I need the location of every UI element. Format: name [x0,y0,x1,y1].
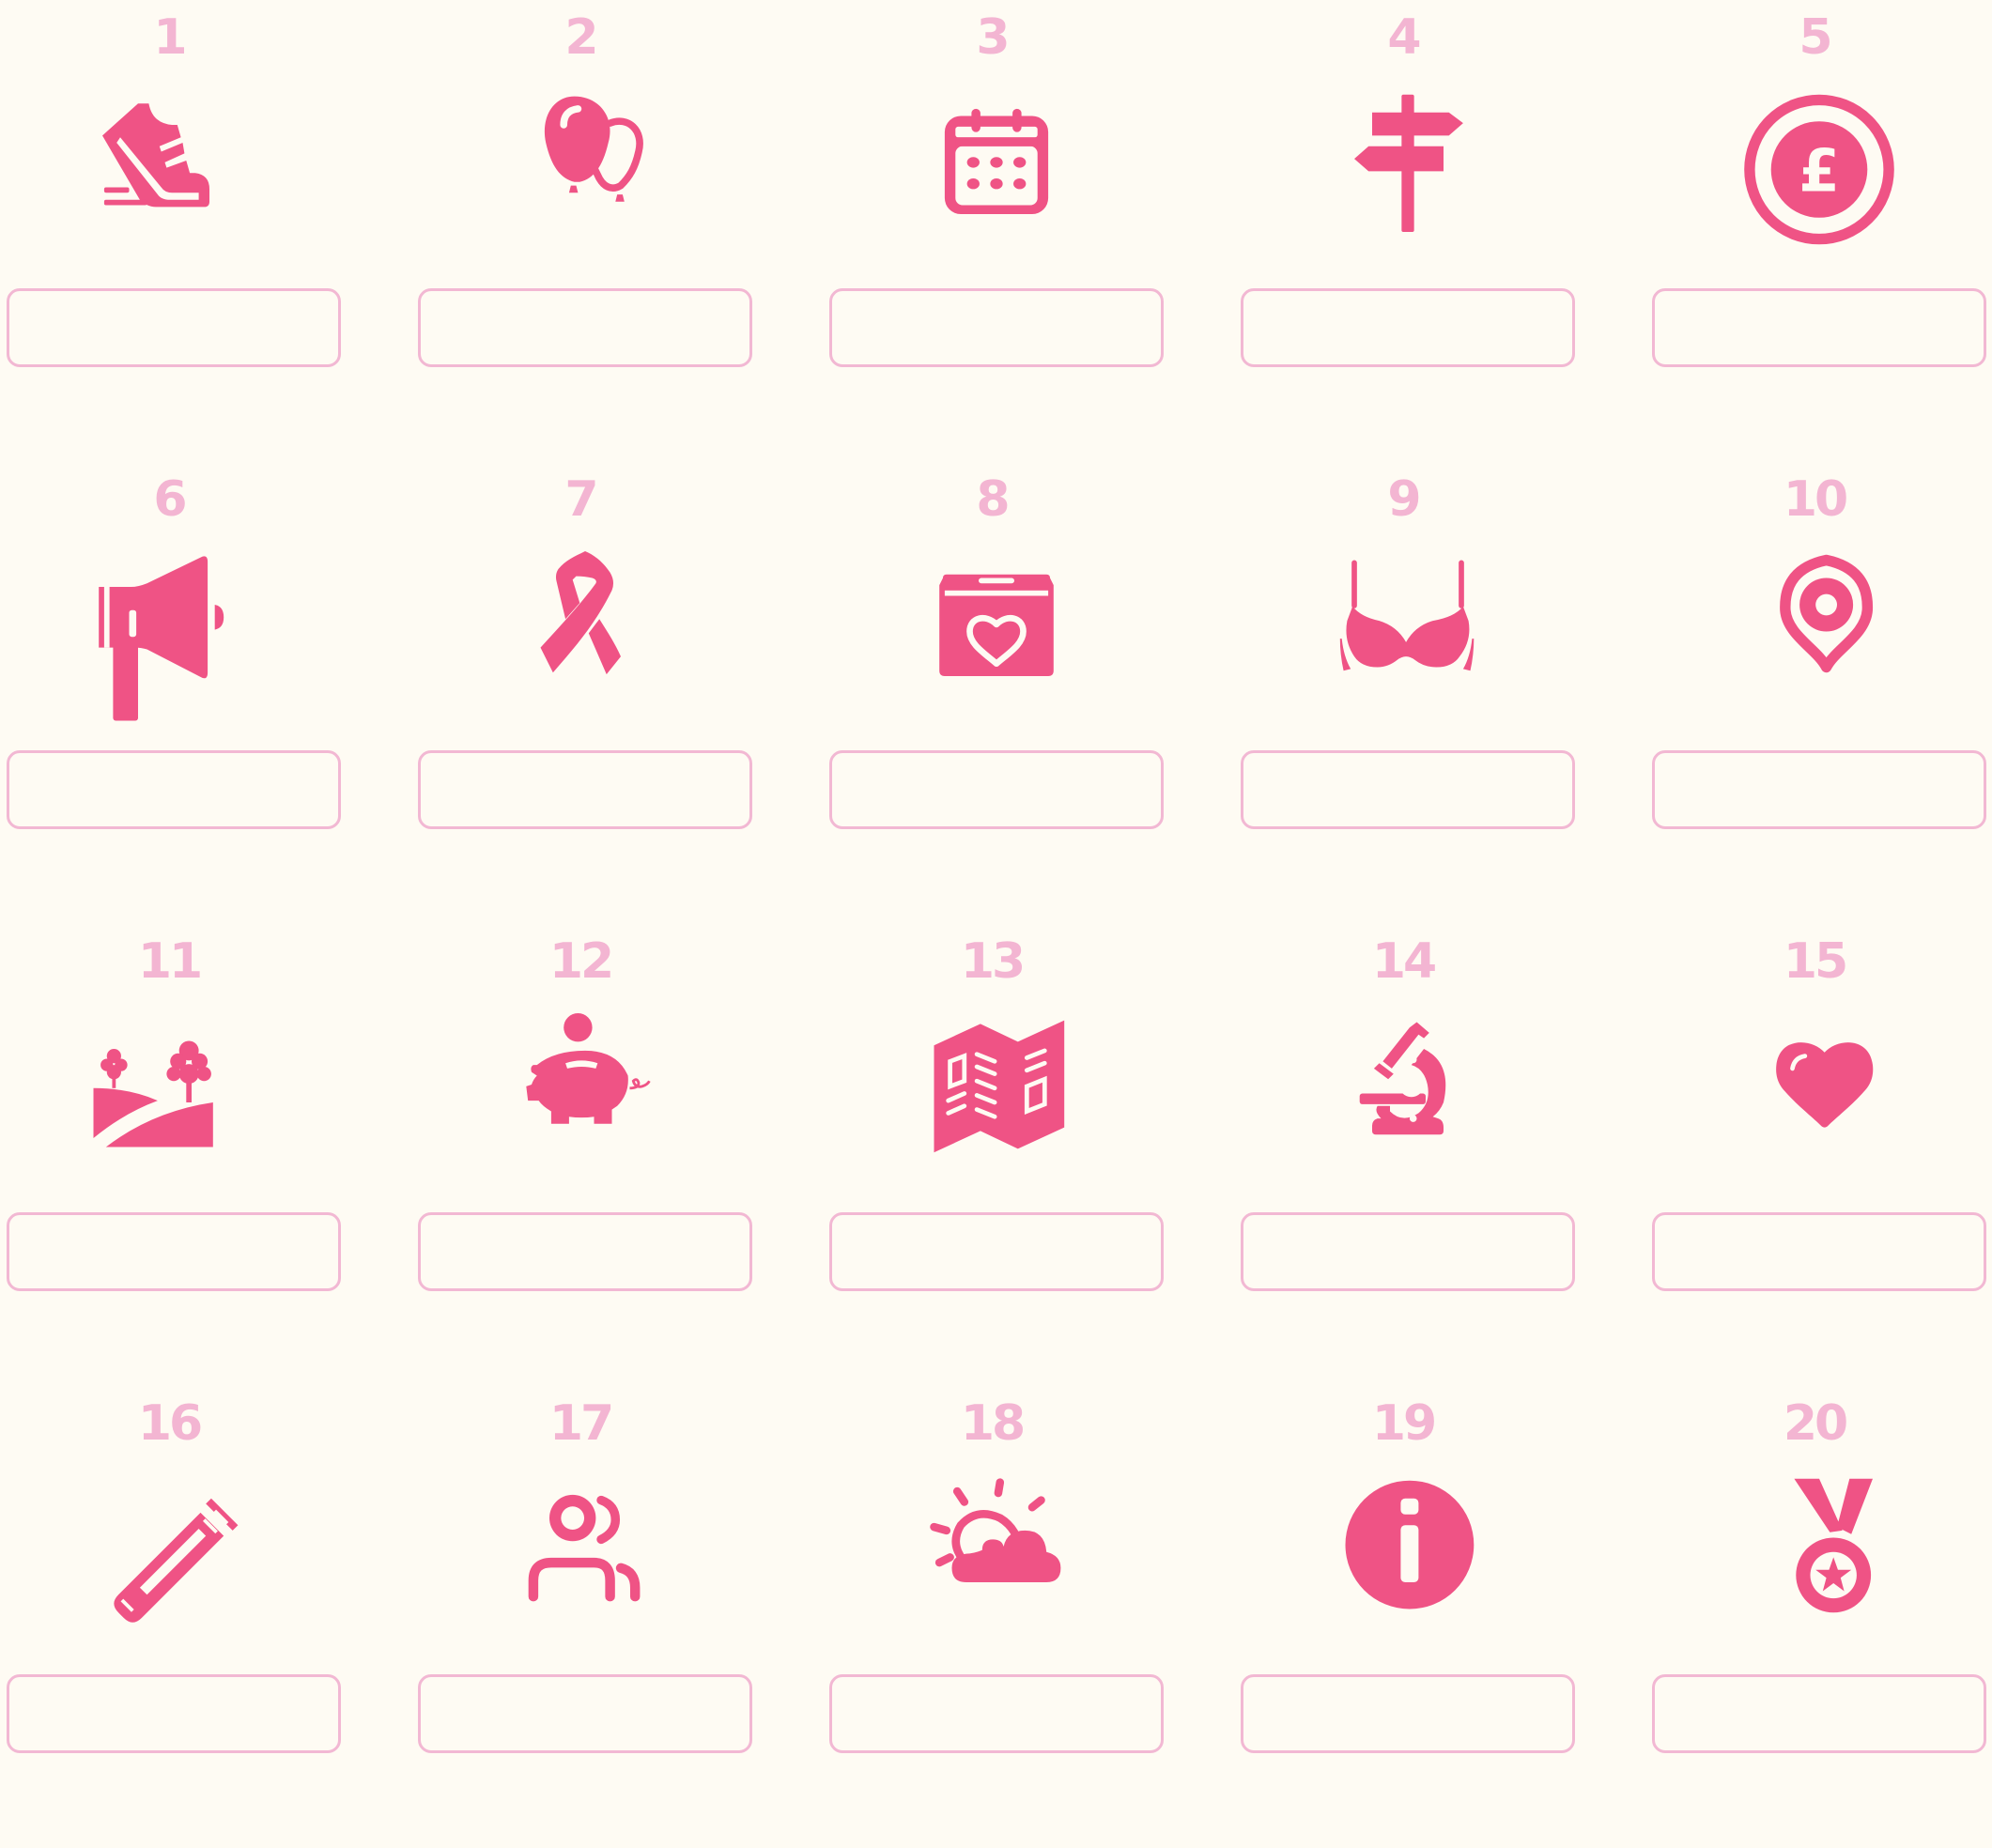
answer-box[interactable] [1652,1212,1986,1291]
answer-box[interactable] [829,288,1164,367]
info-icon [1319,1475,1497,1654]
item-number: 9 [1387,471,1421,528]
item-number: 1 [153,9,187,66]
microscope-icon [1319,1013,1497,1192]
quiz-item: 13 [823,924,1234,1386]
quiz-item: 15 [1645,924,1992,1386]
answer-box[interactable] [418,1674,752,1753]
location-pin-icon [1730,551,1908,730]
answer-box[interactable] [418,1212,752,1291]
quiz-item: 6 [0,462,411,924]
answer-box[interactable] [1241,1674,1575,1753]
signpost-icon [1319,89,1497,268]
answer-box[interactable] [1241,288,1575,367]
answer-box[interactable] [7,750,341,829]
item-number: 19 [1371,1395,1437,1452]
people-icon [496,1475,674,1654]
calendar-icon [907,89,1086,268]
item-number: 13 [960,933,1026,990]
item-number: 17 [548,1395,614,1452]
item-number: 4 [1387,9,1421,66]
medal-icon [1730,1475,1908,1654]
heart-icon [1730,1013,1908,1192]
balloons-icon [496,89,674,268]
answer-box[interactable] [1241,750,1575,829]
item-number: 8 [976,471,1010,528]
quiz-item: 1 [0,0,411,462]
quiz-item: 16 [0,1386,411,1848]
quiz-item: 19 [1234,1386,1645,1848]
item-number: 11 [137,933,203,990]
quiz-item: 2 [411,0,823,462]
item-number: 16 [137,1395,203,1452]
answer-box[interactable] [1652,750,1986,829]
quiz-item: 7 [411,462,823,924]
quiz-item: 11 [0,924,411,1386]
pound-coin-icon: £ [1730,89,1908,268]
answer-box[interactable] [418,750,752,829]
donation-box-icon [907,551,1086,730]
item-number: 7 [564,471,598,528]
quiz-item: 12 [411,924,823,1386]
item-number: 12 [548,933,614,990]
icon-quiz-grid: 1 2 3 4 5 £ 6 7 8 9 10 11 12 13 14 15 16… [0,0,1992,1754]
answer-box[interactable] [829,1674,1164,1753]
item-number: 6 [153,471,187,528]
quiz-item: 18 [823,1386,1234,1848]
quiz-item: 8 [823,462,1234,924]
awareness-ribbon-icon [496,551,674,730]
bra-icon [1319,551,1497,730]
answer-box[interactable] [418,288,752,367]
test-tube-icon [85,1475,263,1654]
item-number: 5 [1799,9,1832,66]
megaphone-icon [85,551,263,730]
quiz-item: 10 [1645,462,1992,924]
item-number: 18 [960,1395,1026,1452]
answer-box[interactable] [7,1212,341,1291]
quiz-item: 14 [1234,924,1645,1386]
answer-box[interactable] [1652,1674,1986,1753]
piggy-bank-icon [496,1013,674,1192]
answer-box[interactable] [7,288,341,367]
item-number: 20 [1783,1395,1848,1452]
running-shoe-icon [85,89,263,268]
quiz-item: 5 £ [1645,0,1992,462]
park-hills-icon [85,1013,263,1192]
answer-box[interactable] [829,750,1164,829]
svg-text:£: £ [1799,136,1840,205]
item-number: 14 [1371,933,1437,990]
quiz-item: 9 [1234,462,1645,924]
quiz-item: 3 [823,0,1234,462]
answer-box[interactable] [829,1212,1164,1291]
item-number: 3 [976,9,1010,66]
answer-box[interactable] [1652,288,1986,367]
item-number: 15 [1783,933,1848,990]
sun-cloud-icon [907,1475,1086,1654]
answer-box[interactable] [1241,1212,1575,1291]
quiz-item: 17 [411,1386,823,1848]
map-leaflet-icon [907,1013,1086,1192]
quiz-item: 20 [1645,1386,1992,1848]
item-number: 2 [564,9,598,66]
quiz-item: 4 [1234,0,1645,462]
answer-box[interactable] [7,1674,341,1753]
item-number: 10 [1783,471,1848,528]
